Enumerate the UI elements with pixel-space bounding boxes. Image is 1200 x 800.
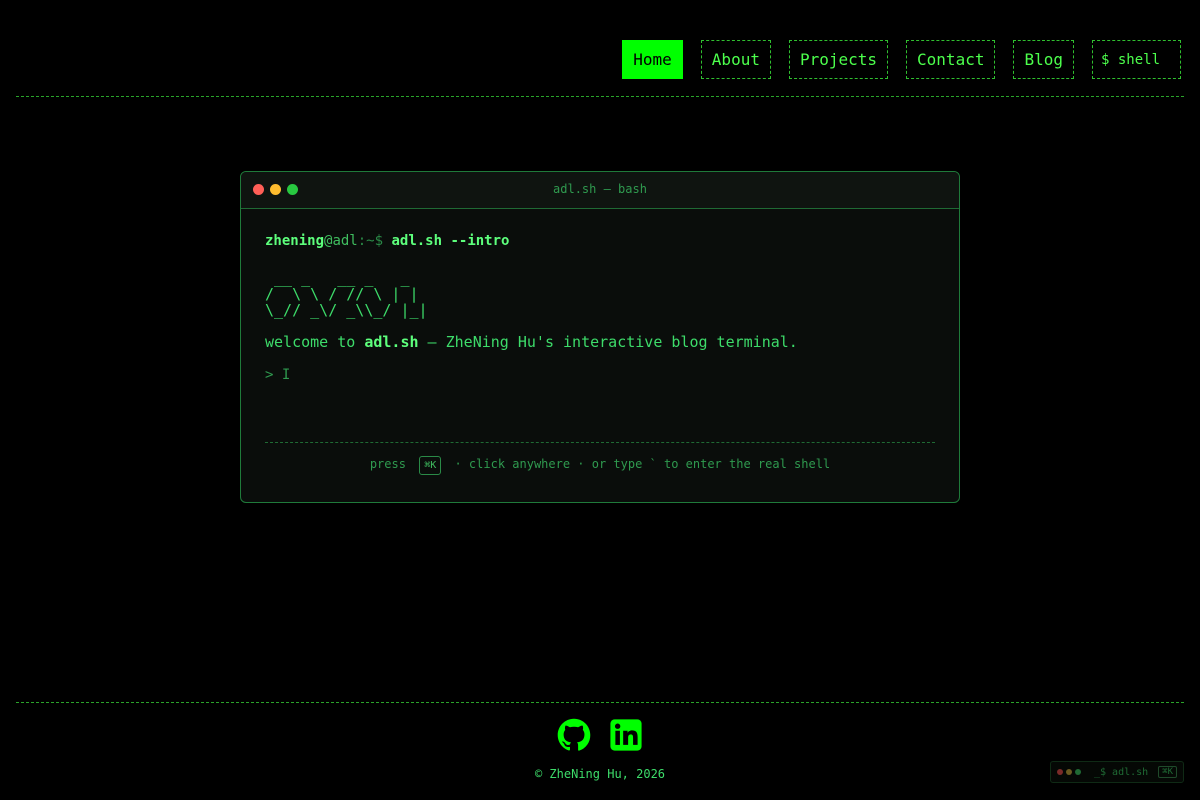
nav-contact[interactable]: Contact xyxy=(906,40,996,79)
top-nav: Home About Projects Contact Blog $ shell xyxy=(622,40,1181,79)
prompt-host: @adl xyxy=(324,233,358,249)
mini-green-dot-icon xyxy=(1075,769,1081,775)
terminal-window[interactable]: adl.sh — bash zhening@adl:~$ adl.sh --in… xyxy=(240,171,960,503)
prompt-line: zhening@adl:~$ adl.sh --intro xyxy=(265,232,935,250)
mini-red-dot-icon xyxy=(1057,769,1063,775)
mini-terminal-label: _$ adl.sh xyxy=(1094,766,1149,778)
prompt-user: zhening xyxy=(265,233,325,249)
prompt-separator: :~$ xyxy=(357,233,384,249)
nav-shell-button[interactable]: $ shell xyxy=(1092,40,1181,79)
mini-yellow-dot-icon xyxy=(1066,769,1072,775)
header-divider xyxy=(16,96,1184,97)
footer-divider xyxy=(16,702,1184,703)
nav-blog[interactable]: Blog xyxy=(1013,40,1074,79)
welcome-brand: adl.sh xyxy=(364,333,419,351)
linkedin-icon[interactable] xyxy=(608,717,644,753)
nav-about[interactable]: About xyxy=(700,40,771,79)
terminal-title: adl.sh — bash xyxy=(553,182,647,196)
nav-home[interactable]: Home xyxy=(622,40,683,79)
terminal-titlebar: adl.sh — bash xyxy=(241,172,959,209)
prompt-command: adl.sh --intro xyxy=(391,233,510,249)
copyright: © ZheNing Hu, 2026 xyxy=(534,767,666,781)
github-icon[interactable] xyxy=(556,717,592,753)
welcome-prefix: welcome to xyxy=(265,333,365,351)
ascii-logo: __ _ __ _ _ / \ \ / // \ | | \_// _\/ _\… xyxy=(265,269,428,319)
shortcut-key: ⌘K xyxy=(419,456,442,475)
hint-press: press xyxy=(369,457,406,471)
terminal-body: zhening@adl:~$ adl.sh --intro __ _ __ _ … xyxy=(241,209,959,383)
hint-divider xyxy=(265,442,935,443)
nav-projects[interactable]: Projects xyxy=(788,40,889,79)
hint-rest: · click anywhere · or type ` to enter th… xyxy=(454,457,831,471)
social-links xyxy=(0,717,1200,753)
welcome-message: welcome to adl.sh — ZheNing Hu's interac… xyxy=(265,333,935,351)
mini-terminal-key: ⌘K xyxy=(1158,766,1177,778)
mini-terminal-launcher[interactable]: _$ adl.sh ⌘K xyxy=(1050,761,1184,783)
terminal-input[interactable]: > I xyxy=(265,367,935,383)
welcome-suffix: — ZheNing Hu's interactive blog terminal… xyxy=(418,333,798,351)
terminal-hint: press ⌘K · click anywhere · or type ` to… xyxy=(241,456,959,475)
